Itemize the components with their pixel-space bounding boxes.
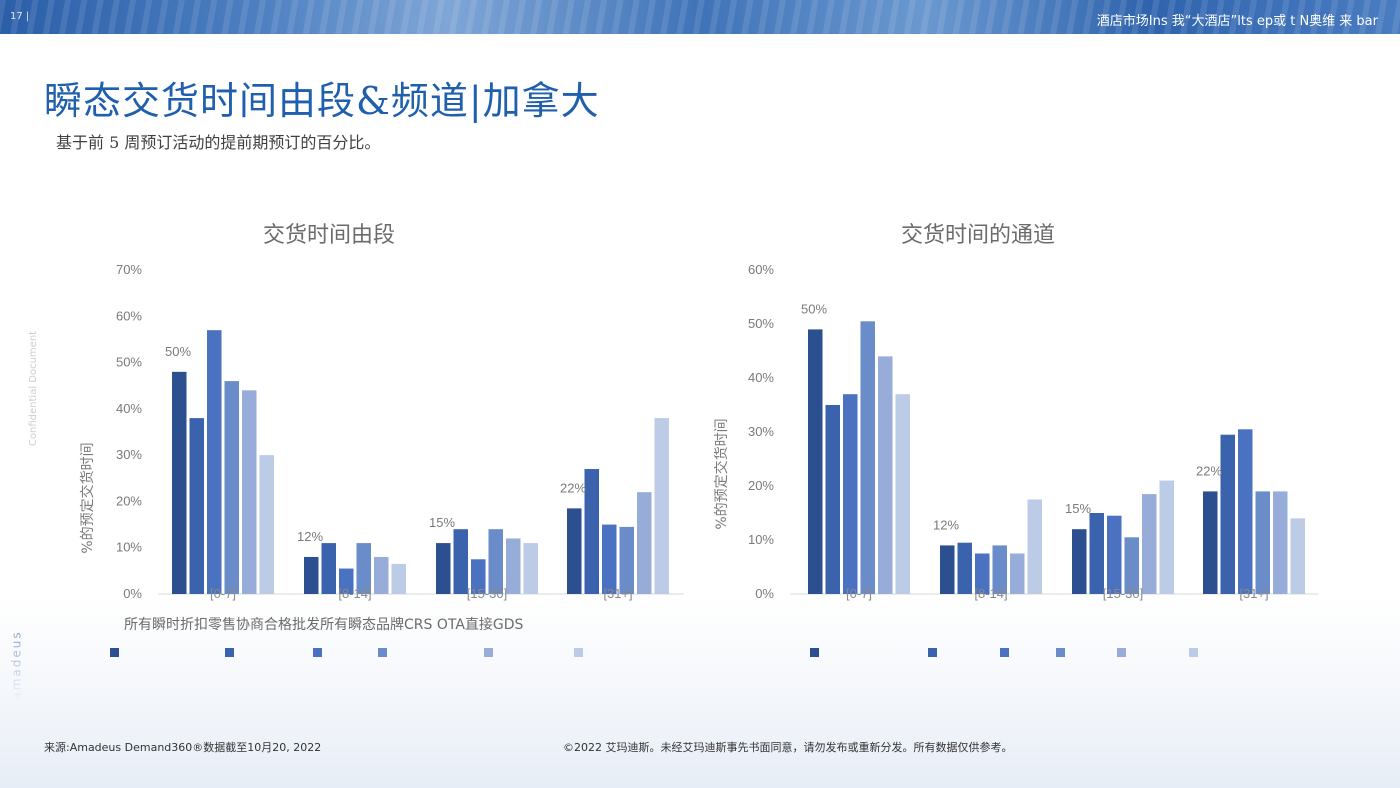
bar bbox=[1203, 491, 1218, 594]
y-tick-label: 10% bbox=[116, 540, 142, 555]
bar bbox=[860, 321, 875, 594]
x-tick-label: [8-14] bbox=[974, 586, 1007, 601]
header-text: 酒店市场Ins 我“大酒店”lts ep或 t N奥维 来 bar bbox=[1096, 14, 1378, 29]
y-tick-label: 40% bbox=[116, 401, 142, 416]
bar bbox=[224, 381, 239, 594]
bar bbox=[1072, 529, 1087, 594]
y-tick-label: 60% bbox=[748, 262, 774, 277]
legend-swatch bbox=[313, 648, 322, 657]
y-tick-label: 30% bbox=[116, 447, 142, 462]
bar bbox=[637, 492, 652, 594]
bar bbox=[1255, 491, 1270, 594]
bar bbox=[436, 543, 451, 594]
bar bbox=[207, 330, 222, 594]
charts-canvas: 交货时间由段 70% 60% 50% 40% 30% 20% 10% 0% %的预定交货时间 50%… bbox=[79, 223, 1318, 657]
bar bbox=[259, 455, 274, 594]
x-tick-label: [0-7] bbox=[846, 586, 872, 601]
category-total-label: 50% bbox=[801, 301, 827, 316]
legend-swatch bbox=[1189, 648, 1198, 657]
y-tick-label: 0% bbox=[123, 586, 142, 601]
legend-swatch bbox=[484, 648, 493, 657]
footer-source: 来源:Amadeus Demand360®数据截至10月20, 2022 bbox=[44, 741, 322, 754]
bar bbox=[1290, 518, 1305, 594]
bar bbox=[825, 405, 840, 594]
bar bbox=[843, 394, 858, 594]
bar bbox=[619, 526, 634, 594]
legend-swatch bbox=[810, 648, 819, 657]
bar bbox=[654, 418, 669, 594]
bar bbox=[523, 543, 538, 594]
bar bbox=[374, 556, 389, 594]
y-tick-label: 20% bbox=[116, 493, 142, 508]
x-tick-label: [31+] bbox=[1239, 586, 1268, 601]
category-total-label: 22% bbox=[560, 480, 586, 495]
y-tick-label: 50% bbox=[748, 316, 774, 331]
bar bbox=[453, 529, 468, 594]
bar bbox=[189, 418, 204, 594]
legend-swatch bbox=[225, 648, 234, 657]
y-axis-label: %的预定交货时间 bbox=[713, 418, 730, 529]
x-tick-label: [31+] bbox=[603, 586, 632, 601]
chart-title: 交货时间的通道 bbox=[901, 223, 1055, 248]
bar bbox=[242, 390, 257, 594]
legend-text: 所有瞬时折扣零售协商合格批发所有瞬态品牌CRS OTA直接GDS bbox=[124, 616, 524, 633]
bar bbox=[1107, 515, 1122, 594]
x-tick-label: [8-14] bbox=[338, 586, 371, 601]
x-tick-label: [15-30] bbox=[467, 586, 507, 601]
bar bbox=[940, 545, 955, 594]
legend-swatch bbox=[928, 648, 937, 657]
y-tick-label: 10% bbox=[748, 532, 774, 547]
bar bbox=[1273, 491, 1288, 594]
legend-swatch bbox=[574, 648, 583, 657]
bar bbox=[391, 563, 406, 594]
legend-swatch bbox=[1117, 648, 1126, 657]
bar bbox=[1089, 513, 1104, 594]
category-total-label: 12% bbox=[297, 529, 323, 544]
bar bbox=[808, 329, 823, 594]
bar bbox=[1238, 429, 1253, 594]
y-tick-label: 30% bbox=[748, 424, 774, 439]
bar bbox=[602, 524, 617, 594]
legend-swatch bbox=[1056, 648, 1065, 657]
y-axis-label: %的预定交货时间 bbox=[79, 442, 96, 553]
bar bbox=[172, 371, 187, 594]
bar bbox=[488, 529, 503, 594]
y-tick-label: 40% bbox=[748, 370, 774, 385]
category-total-label: 12% bbox=[933, 517, 959, 532]
bar bbox=[584, 469, 599, 594]
bar bbox=[878, 356, 893, 594]
x-tick-label: [15-30] bbox=[1103, 586, 1143, 601]
bar bbox=[321, 543, 336, 594]
x-tick-label: [0-7] bbox=[210, 586, 236, 601]
y-tick-label: 70% bbox=[116, 262, 142, 277]
chart-title: 交货时间由段 bbox=[263, 223, 395, 248]
y-tick-label: 60% bbox=[116, 308, 142, 323]
bar bbox=[1010, 553, 1025, 594]
y-tick-label: 50% bbox=[116, 355, 142, 370]
legend-swatch bbox=[378, 648, 387, 657]
bar bbox=[1159, 480, 1174, 594]
legend-swatch bbox=[110, 648, 119, 657]
bar bbox=[506, 538, 521, 594]
category-total-label: 15% bbox=[1065, 501, 1091, 516]
category-total-label: 22% bbox=[1196, 463, 1222, 478]
category-total-label: 15% bbox=[429, 515, 455, 530]
bar bbox=[1142, 494, 1157, 594]
bar bbox=[304, 556, 319, 594]
category-total-label: 50% bbox=[165, 344, 191, 359]
legend-swatch bbox=[1000, 648, 1009, 657]
y-tick-label: 20% bbox=[748, 478, 774, 493]
bar bbox=[567, 508, 582, 594]
footer-copyright: ©2022 艾玛迪斯。未经艾玛迪斯事先书面同意，请勿发布或重新分发。所有数据仅供… bbox=[563, 741, 1013, 754]
y-tick-label: 0% bbox=[755, 586, 774, 601]
page-number: 17 | bbox=[10, 11, 30, 22]
bar bbox=[1027, 499, 1042, 594]
bar bbox=[957, 542, 972, 594]
bar bbox=[895, 394, 910, 594]
bar bbox=[1220, 434, 1235, 594]
